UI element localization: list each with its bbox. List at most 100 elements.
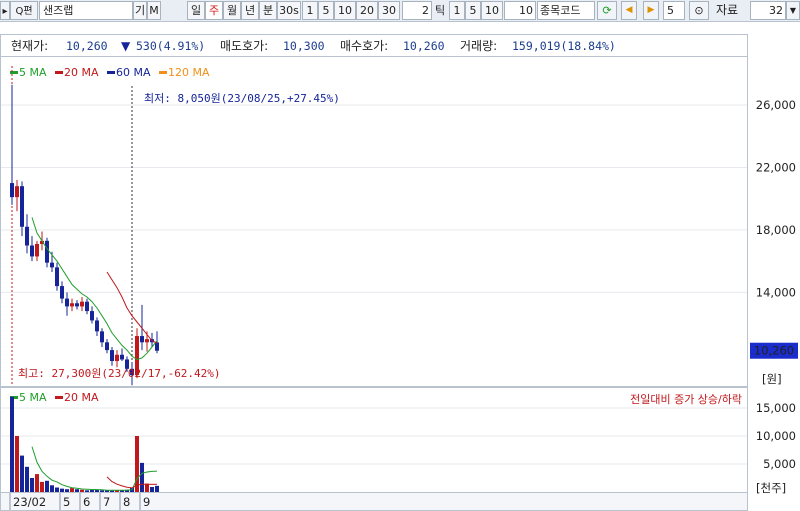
volume-bar xyxy=(135,436,139,492)
ask-label: 매도호가: xyxy=(220,39,269,53)
count-field[interactable]: 10 xyxy=(504,1,536,20)
x-tick-label: 6 xyxy=(83,495,90,509)
current-price-label: 현재가: xyxy=(11,39,49,53)
period-tab-week[interactable]: 주 xyxy=(205,1,223,20)
toolbar: ▸ Q편 샌즈랩 기 M 일 주 월 년 분 30s 1 5 10 20 30 … xyxy=(0,0,800,22)
legend-swatch xyxy=(107,71,115,74)
price-tick-label: 26,000 xyxy=(756,98,796,112)
m-button[interactable]: M xyxy=(147,1,161,20)
bid-price: 10,260 xyxy=(403,39,445,53)
period-tab-year[interactable]: 년 xyxy=(241,1,259,20)
step-field[interactable]: 5 xyxy=(663,1,685,20)
data-count-select[interactable]: 32 xyxy=(750,1,786,20)
tick-option-1[interactable]: 1 xyxy=(449,1,465,20)
candle-body xyxy=(50,262,54,268)
refresh-icon[interactable]: ⟳ xyxy=(597,1,617,20)
candle-body xyxy=(10,183,14,198)
candle-body xyxy=(105,342,109,351)
tick-value-field[interactable]: 2 xyxy=(402,1,432,20)
volume-label: 거래량: xyxy=(460,39,498,53)
legend-label: 120 MA xyxy=(168,66,210,79)
gi-button[interactable]: 기 xyxy=(133,1,147,20)
legend-label: 5 MA xyxy=(19,66,47,79)
volume-bar xyxy=(60,488,64,492)
volume-bar xyxy=(150,486,154,492)
high-annotation: 최고: 27,300원(23/02/17,-62.42%) xyxy=(18,367,221,380)
volume-bar xyxy=(50,485,54,492)
volume-bar xyxy=(145,483,149,492)
volume-unit: [천주] xyxy=(756,481,786,495)
period-tab-month[interactable]: 월 xyxy=(223,1,241,20)
candle-body xyxy=(85,301,89,312)
expand-arrow-icon[interactable]: ▸ xyxy=(0,1,10,20)
price-info-bar: 현재가: 10,260 ▼ 530(4.91%) 매도호가: 10,300 매수… xyxy=(0,34,748,56)
candle-body xyxy=(65,298,69,307)
legend-swatch xyxy=(159,71,167,74)
legend-label: 20 MA xyxy=(64,66,99,79)
candle-body xyxy=(70,303,74,307)
prev-arrow-icon[interactable]: ◀ xyxy=(621,1,637,20)
candle-body xyxy=(145,339,149,343)
volume-bar xyxy=(10,396,14,492)
tick-option-10[interactable]: 10 xyxy=(481,1,503,20)
ask-price: 10,300 xyxy=(283,39,325,53)
period-tab-30s[interactable]: 30s xyxy=(277,1,301,20)
candle-body xyxy=(110,350,114,362)
minute-option-20[interactable]: 20 xyxy=(356,1,378,20)
minute-option-30[interactable]: 30 xyxy=(378,1,400,20)
current-price: 10,260 xyxy=(66,39,108,53)
volume-bar xyxy=(100,490,104,492)
candle-body xyxy=(100,331,104,343)
volume-bar xyxy=(35,474,39,492)
price-unit: [원] xyxy=(762,372,782,386)
volume-bar xyxy=(40,481,44,492)
volume-bar xyxy=(75,489,79,492)
tick-option-5[interactable]: 5 xyxy=(465,1,481,20)
volume-bar xyxy=(20,455,24,492)
volume-tick-label: 10,000 xyxy=(756,429,796,443)
candle-body xyxy=(140,336,144,343)
minute-option-5[interactable]: 5 xyxy=(318,1,334,20)
volume-bar xyxy=(80,489,84,492)
stock-code-input[interactable]: 종목코드 xyxy=(537,1,595,20)
candle-body xyxy=(95,320,99,332)
x-tick-label: 23/02 xyxy=(13,495,46,509)
candle-body xyxy=(115,354,119,362)
stock-chart: 5 MA 20 MA 60 MA 120 MA 5 MA 20 MA 최저: 8,050… xyxy=(0,56,800,511)
low-annotation: 최저: 8,050원(23/08/25,+27.45%) xyxy=(144,92,340,105)
x-tick-label: 5 xyxy=(63,495,70,509)
price-change: 530(4.91%) xyxy=(136,39,206,53)
candle-body xyxy=(60,286,64,299)
legend-swatch xyxy=(55,71,63,74)
volume-bar xyxy=(155,485,159,492)
candle-body xyxy=(155,342,159,351)
data-label: 자료 xyxy=(710,1,744,20)
legend-label: 20 MA xyxy=(64,391,99,404)
tick-label: 틱 xyxy=(432,1,448,20)
minute-option-1[interactable]: 1 xyxy=(302,1,318,20)
stock-name-field[interactable]: 샌즈랩 xyxy=(39,1,133,20)
period-tab-day[interactable]: 일 xyxy=(187,1,205,20)
volume-bar xyxy=(70,488,74,492)
candle-body xyxy=(35,243,39,257)
clock-icon[interactable]: ⊙ xyxy=(689,1,709,20)
minute-option-10[interactable]: 10 xyxy=(334,1,356,20)
volume-bar xyxy=(85,490,89,492)
price-tick-label: 14,000 xyxy=(756,285,796,299)
dropdown-arrow-icon[interactable]: ▼ xyxy=(786,1,800,20)
volume-bar xyxy=(110,490,114,492)
candle-body xyxy=(55,267,59,287)
down-arrow-icon: ▼ xyxy=(121,39,131,53)
stock-search-button[interactable]: Q편 xyxy=(10,1,38,20)
legend-swatch xyxy=(10,71,18,74)
volume-bar xyxy=(15,436,19,492)
next-arrow-icon[interactable]: ▶ xyxy=(643,1,659,20)
volume-bar xyxy=(30,478,34,492)
candle-body xyxy=(20,186,24,227)
candle-body xyxy=(45,240,49,263)
bid-label: 매수호가: xyxy=(340,39,389,53)
volume-tick-label: 5,000 xyxy=(763,457,796,471)
x-tick-label: 9 xyxy=(143,495,150,509)
period-tab-minute[interactable]: 분 xyxy=(259,1,277,20)
legend-swatch xyxy=(55,396,63,399)
